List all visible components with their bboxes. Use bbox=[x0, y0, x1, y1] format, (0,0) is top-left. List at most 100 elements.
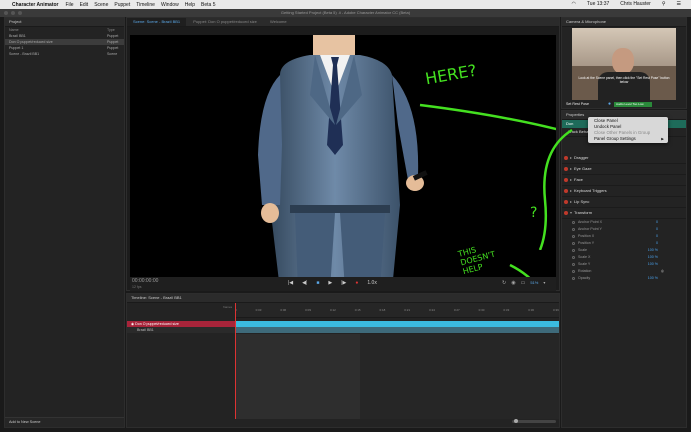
behavior-keyboard-triggers[interactable]: ▸ Keyboard Triggers bbox=[562, 186, 686, 197]
record-icon[interactable]: ● bbox=[355, 280, 358, 286]
close-window-button[interactable] bbox=[4, 11, 8, 15]
keyframe-icon[interactable] bbox=[572, 277, 575, 280]
tab-scene[interactable]: Scene: Scene - Brazil BB1 bbox=[127, 18, 187, 26]
menu-puppet[interactable]: Puppet bbox=[114, 2, 130, 8]
track-name: Don O puppet/reduced size bbox=[135, 322, 179, 326]
menu-file[interactable]: File bbox=[66, 2, 74, 8]
timecode[interactable]: 00:00:00:00 bbox=[132, 278, 158, 284]
search-icon[interactable]: ⚲ bbox=[662, 1, 666, 7]
project-panel: Project Name Type Brazil BB1 Puppet Don … bbox=[4, 17, 125, 428]
keyframe-icon[interactable] bbox=[572, 263, 575, 266]
tab-welcome[interactable]: Welcome bbox=[264, 18, 293, 26]
menu-item-label: Panel Group Settings bbox=[594, 136, 636, 141]
camera-icon[interactable]: ◉ bbox=[511, 280, 515, 286]
transform-prop[interactable]: Position X 0 bbox=[562, 233, 686, 240]
step-forward-icon[interactable]: |▶ bbox=[341, 280, 346, 286]
transport-controls: |◀ ◀| ■ ▶ |▶ ● 1.0x bbox=[288, 280, 377, 286]
project-panel-title[interactable]: Project bbox=[5, 18, 124, 27]
transform-prop[interactable]: Anchor Point Y 0 bbox=[562, 226, 686, 233]
project-footer: Add to New Scene bbox=[5, 417, 124, 427]
ruler-tick: 0:27 bbox=[453, 308, 460, 312]
menu-panel-group-settings[interactable]: Panel Group Settings ▶ bbox=[588, 136, 668, 142]
menu-window[interactable]: Window bbox=[161, 2, 179, 8]
behavior-transform[interactable]: ▾ Transform bbox=[562, 208, 686, 219]
list-icon[interactable]: ☰ bbox=[677, 1, 681, 7]
app-menu[interactable]: Character Animator bbox=[12, 2, 59, 8]
annotation-question: ? bbox=[530, 205, 538, 221]
wifi-icon[interactable]: ◠ bbox=[572, 1, 576, 7]
ruler-tick: 0:09 bbox=[305, 308, 312, 312]
camera-panel-title[interactable]: Camera & Microphone bbox=[562, 18, 686, 27]
prop-value[interactable]: 0 bbox=[656, 219, 658, 226]
clock[interactable]: Tue 13:37 bbox=[587, 1, 609, 7]
behavior-face[interactable]: ▸ Face bbox=[562, 175, 686, 186]
prop-value[interactable]: 100 % bbox=[648, 254, 658, 261]
timeline-title[interactable]: Timeline: Scene - Brazil BB1 bbox=[127, 294, 559, 303]
timeline-track[interactable]: Brazil BB1 bbox=[127, 327, 235, 333]
ruler-tick: 0:21 bbox=[404, 308, 411, 312]
behavior-lip-sync[interactable]: ▸ Lip Sync bbox=[562, 197, 686, 208]
screen-icon[interactable]: ▭ bbox=[521, 280, 526, 286]
behavior-eye-gaze[interactable]: ▸ Eye Gaze bbox=[562, 164, 686, 175]
menu-edit[interactable]: Edit bbox=[80, 2, 89, 8]
rotation-dial-icon[interactable]: ◎ bbox=[661, 268, 664, 275]
transform-prop[interactable]: Scale Y 100 % bbox=[562, 261, 686, 268]
menu-beta[interactable]: Beta 5 bbox=[201, 2, 215, 8]
playhead[interactable] bbox=[235, 303, 236, 419]
transform-prop[interactable]: Rotation ◎ bbox=[562, 268, 686, 275]
project-item-type: Scene bbox=[107, 52, 118, 56]
speed-label[interactable]: 1.0x bbox=[367, 280, 376, 286]
zoom-slider-handle[interactable] bbox=[514, 419, 518, 423]
tab-puppet[interactable]: Puppet: Don O puppet/reduced size bbox=[187, 18, 263, 26]
scene-canvas[interactable]: HERE? THIS DOESN'T HELP bbox=[130, 35, 556, 290]
prop-value[interactable]: 0 bbox=[656, 233, 658, 240]
zoom-level[interactable]: 51% bbox=[530, 280, 538, 286]
set-rest-pose-button[interactable]: Set Rest Pose bbox=[566, 102, 589, 106]
keyframe-icon[interactable] bbox=[572, 256, 575, 259]
transform-prop[interactable]: Opacity 100 % bbox=[562, 275, 686, 282]
menu-scene[interactable]: Scene bbox=[94, 2, 108, 8]
webcam-view: Look at the Scene panel, then click the … bbox=[572, 28, 676, 100]
timeline-ruler[interactable]: frames 0 0:03 0:06 0:09 0:12 0:15 0:18 0… bbox=[223, 303, 559, 318]
minimize-window-button[interactable] bbox=[11, 11, 15, 15]
timeline-empty-area[interactable] bbox=[360, 334, 559, 419]
user-name[interactable]: Chris Hauster bbox=[620, 1, 651, 7]
timeline-work-area[interactable] bbox=[235, 334, 360, 419]
prop-value[interactable]: 100 % bbox=[648, 261, 658, 268]
add-to-new-scene-button[interactable]: Add to New Scene bbox=[9, 420, 40, 424]
transform-prop[interactable]: Anchor Point X 0 bbox=[562, 219, 686, 226]
window-title: Getting Started Project (Beta 5) .ii - A… bbox=[0, 9, 691, 17]
stop-icon[interactable]: ■ bbox=[316, 280, 319, 286]
track-list: ◉ Don O puppet/reduced size Brazil BB1 bbox=[127, 321, 235, 333]
timeline-zoom-slider[interactable] bbox=[512, 419, 556, 423]
step-back-icon[interactable]: ◀| bbox=[302, 280, 307, 286]
prop-name: Scale Y bbox=[578, 262, 591, 266]
transform-prop[interactable]: Position Y 0 bbox=[562, 240, 686, 247]
refresh-icon[interactable]: ↻ bbox=[502, 280, 506, 286]
menu-help[interactable]: Help bbox=[185, 2, 195, 8]
zoom-dropdown-icon[interactable]: ▾ bbox=[543, 280, 545, 286]
keyframe-icon[interactable] bbox=[572, 270, 575, 273]
project-item-name: Scene - Brazil BB1 bbox=[9, 52, 40, 56]
go-to-start-icon[interactable]: |◀ bbox=[288, 280, 293, 286]
transform-prop[interactable]: Scale X 100 % bbox=[562, 254, 686, 261]
ruler-tick: 0:18 bbox=[379, 308, 386, 312]
prop-value[interactable]: 100 % bbox=[648, 275, 658, 282]
column-name[interactable]: Name bbox=[9, 28, 19, 32]
behavior-dragger[interactable]: ▸ Dragger bbox=[562, 153, 686, 164]
transform-prop[interactable]: Scale 100 % bbox=[562, 247, 686, 254]
project-item[interactable]: Scene - Brazil BB1 Scene bbox=[5, 51, 124, 57]
microphone-icon[interactable]: ● bbox=[608, 101, 611, 107]
transport-bar: 00:00:00:00 12 fps |◀ ◀| ■ ▶ |▶ ● 1.0x ↻… bbox=[130, 277, 556, 291]
annotation-bracket bbox=[538, 128, 573, 250]
menu-timeline[interactable]: Timeline bbox=[136, 2, 155, 8]
ruler-tick: 0:39 bbox=[552, 308, 559, 312]
project-item-name: Don O puppet/reduced size bbox=[9, 40, 53, 44]
track-bar[interactable] bbox=[235, 327, 559, 333]
prop-value[interactable]: 0 bbox=[656, 240, 658, 247]
prop-value[interactable]: 100 % bbox=[648, 247, 658, 254]
prop-value[interactable]: 0 bbox=[656, 226, 658, 233]
zoom-window-button[interactable] bbox=[18, 11, 22, 15]
ruler-tick: 0:15 bbox=[354, 308, 361, 312]
play-icon[interactable]: ▶ bbox=[328, 280, 332, 286]
